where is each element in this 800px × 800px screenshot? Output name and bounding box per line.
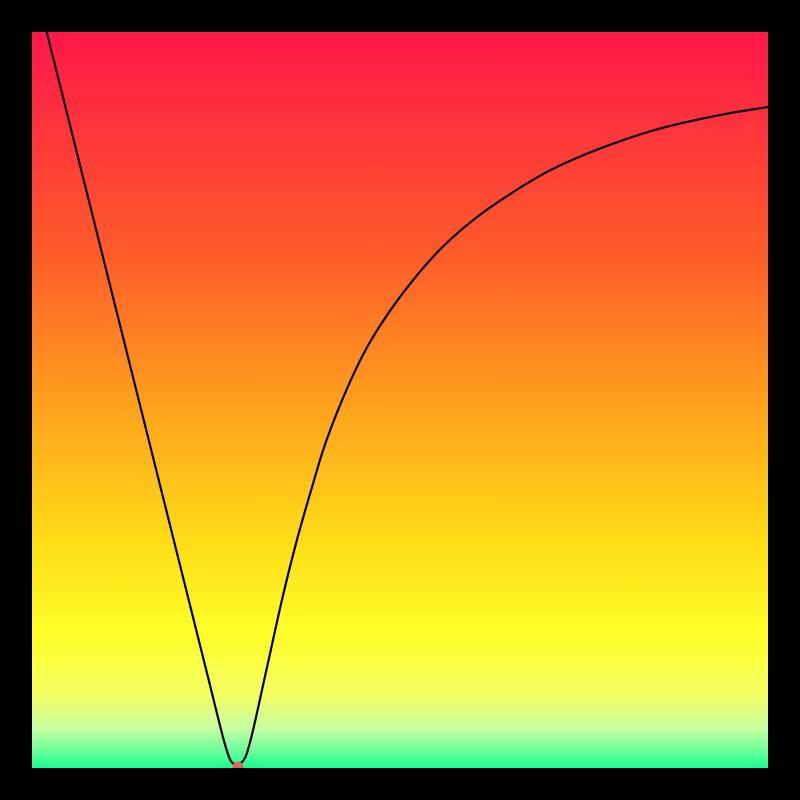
optimum-marker [233,761,244,768]
plot-border-left [0,0,32,800]
plot-area [32,32,768,768]
chart-frame: TheBottleneck.com [0,0,800,800]
bottleneck-curve [32,32,768,768]
plot-border-bottom [0,768,800,800]
plot-border-right [768,0,800,800]
plot-border-top [0,0,800,32]
